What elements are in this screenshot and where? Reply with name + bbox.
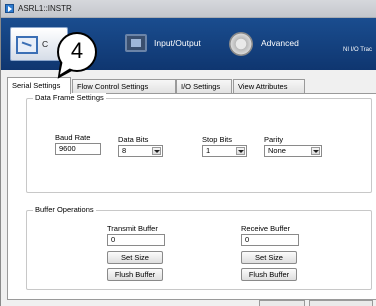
transmit-buffer-input[interactable]: 0 xyxy=(107,234,165,246)
chevron-down-icon xyxy=(311,147,320,155)
parity-value: None xyxy=(268,146,286,155)
data-frame-title: Data Frame Settings xyxy=(33,93,106,102)
toolbar-advanced-label: Advanced xyxy=(261,38,299,48)
receive-set-size-button[interactable]: Set Size xyxy=(241,251,297,264)
toolbar-advanced-button[interactable]: Advanced xyxy=(229,27,319,61)
monitor-icon xyxy=(125,34,147,52)
instrument-window: ASRL1::INSTR C Input/Output Advanced NI … xyxy=(0,0,376,306)
buffer-operations-group: Buffer Operations Transmit Buffer 0 Set … xyxy=(26,205,372,290)
title-bar: ASRL1::INSTR xyxy=(1,0,376,18)
serial-settings-panel: Data Frame Settings Baud Rate 9600 Data … xyxy=(7,93,376,300)
app-icon xyxy=(5,4,14,13)
tab-io-settings[interactable]: I/O Settings xyxy=(176,79,232,93)
transmit-set-size-button[interactable]: Set Size xyxy=(107,251,163,264)
gear-icon xyxy=(229,32,253,56)
data-bits-label: Data Bits xyxy=(118,135,149,144)
tab-view-attributes[interactable]: View Attributes xyxy=(233,79,305,93)
dialog-button-partial[interactable] xyxy=(309,300,373,306)
transmit-flush-buffer-button[interactable]: Flush Buffer xyxy=(107,268,163,281)
baud-rate-label: Baud Rate xyxy=(55,133,91,142)
chevron-down-icon xyxy=(152,147,161,155)
receive-flush-buffer-button[interactable]: Flush Buffer xyxy=(241,268,297,281)
data-bits-select[interactable]: 8 xyxy=(118,145,163,157)
data-bits-value: 8 xyxy=(122,146,127,155)
tab-flow-control-settings[interactable]: Flow Control Settings xyxy=(72,79,176,93)
dialog-button-partial[interactable] xyxy=(259,300,305,306)
parity-select[interactable]: None xyxy=(264,145,322,157)
receive-buffer-input[interactable]: 0 xyxy=(241,234,299,246)
serial-cable-icon xyxy=(16,36,38,54)
transmit-buffer-label: Transmit Buffer xyxy=(107,224,158,233)
buffer-operations-title: Buffer Operations xyxy=(33,205,96,214)
receive-buffer-label: Receive Buffer xyxy=(241,224,291,233)
toolbar-input-output-button[interactable]: Input/Output xyxy=(123,27,223,61)
baud-rate-input[interactable]: 9600 xyxy=(55,143,101,155)
window-title: ASRL1::INSTR xyxy=(18,4,72,13)
chevron-down-icon xyxy=(236,147,245,155)
toolbar-io-label: Input/Output xyxy=(154,38,201,48)
data-frame-group: Data Frame Settings Baud Rate 9600 Data … xyxy=(26,93,372,193)
stop-bits-label: Stop Bits xyxy=(202,135,233,144)
toolbar-io-trace-button[interactable]: NI I/O Trac xyxy=(343,47,372,53)
stop-bits-select[interactable]: 1 xyxy=(202,145,247,157)
stop-bits-value: 1 xyxy=(206,146,211,155)
toolbar-serial-label: C xyxy=(42,39,49,49)
parity-label: Parity xyxy=(264,135,284,144)
